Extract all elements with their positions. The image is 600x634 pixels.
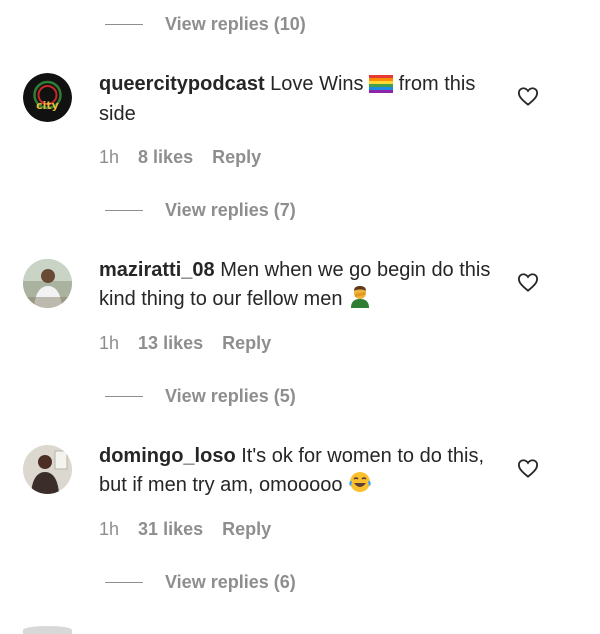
replies-divider-line xyxy=(105,210,143,211)
view-replies-row[interactable]: View replies (5) xyxy=(0,382,600,412)
avatar-logo-text: city xyxy=(36,99,59,112)
comment-time: 1h xyxy=(99,519,120,539)
comment-time: 1h xyxy=(99,147,120,167)
comment-likes[interactable]: 13 likes xyxy=(138,333,203,353)
next-comment-avatar-partial xyxy=(23,626,72,634)
replies-divider-line xyxy=(105,396,143,397)
view-replies-row[interactable]: View replies (7) xyxy=(0,196,600,226)
comment-item: domingo_loso It's ok for women to do thi… xyxy=(0,445,600,565)
view-replies-button[interactable]: View replies (6) xyxy=(165,572,296,593)
comment-meta: 1h 8 likes Reply xyxy=(99,147,275,168)
view-replies-row[interactable]: View replies (6) xyxy=(0,568,600,598)
comment-meta: 1h 13 likes Reply xyxy=(99,333,285,354)
like-heart-icon[interactable] xyxy=(517,458,539,478)
like-heart-icon[interactable] xyxy=(517,86,539,106)
view-replies-button[interactable]: View replies (7) xyxy=(165,200,296,221)
replies-divider-line xyxy=(105,582,143,583)
reply-button[interactable]: Reply xyxy=(212,147,261,167)
comment-item: city queercitypodcast Love Wins from thi… xyxy=(0,73,600,193)
rainbow-flag-icon xyxy=(369,74,394,101)
view-replies-button[interactable]: View replies (10) xyxy=(165,14,306,35)
view-replies-button[interactable]: View replies (5) xyxy=(165,386,296,407)
man-facepalming-icon xyxy=(348,284,372,316)
comment-body: Love Wins xyxy=(270,73,364,95)
comment-text: domingo_loso It's ok for women to do thi… xyxy=(99,443,504,502)
comment-username[interactable]: queercitypodcast xyxy=(99,73,265,95)
comment-username[interactable]: domingo_loso xyxy=(99,445,236,467)
view-replies-row[interactable]: View replies (10) xyxy=(0,10,600,40)
comment-text: queercitypodcast Love Wins from this sid… xyxy=(99,71,504,128)
comment-time: 1h xyxy=(99,333,120,353)
avatar[interactable]: city xyxy=(23,73,72,122)
comment-meta: 1h 31 likes Reply xyxy=(99,519,285,540)
like-heart-icon[interactable] xyxy=(517,272,539,292)
avatar[interactable] xyxy=(23,259,72,308)
replies-divider-line xyxy=(105,24,143,25)
reply-button[interactable]: Reply xyxy=(222,333,271,353)
face-with-tears-of-joy-icon xyxy=(348,470,372,502)
comment-text: maziratti_08 Men when we go begin do thi… xyxy=(99,257,504,316)
comment-username[interactable]: maziratti_08 xyxy=(99,259,215,281)
comment-likes[interactable]: 31 likes xyxy=(138,519,203,539)
reply-button[interactable]: Reply xyxy=(222,519,271,539)
comment-likes[interactable]: 8 likes xyxy=(138,147,193,167)
comment-item: maziratti_08 Men when we go begin do thi… xyxy=(0,259,600,379)
avatar[interactable] xyxy=(23,445,72,494)
